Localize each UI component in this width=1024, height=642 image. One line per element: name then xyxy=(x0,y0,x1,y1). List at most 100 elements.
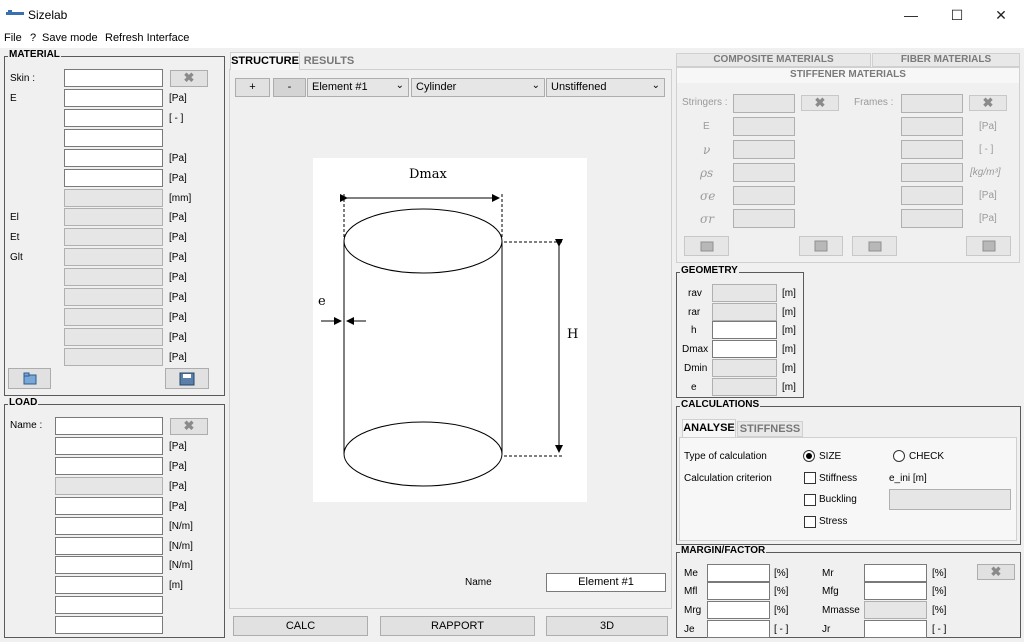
margin-jr-input[interactable] xyxy=(864,620,927,638)
element-select[interactable]: Element #1 ⌄ xyxy=(307,78,409,97)
stringers-open-button[interactable] xyxy=(684,236,729,256)
margin-me-input[interactable] xyxy=(707,564,770,582)
load-input-5[interactable] xyxy=(55,517,163,535)
tab-fiber-materials[interactable]: FIBER MATERIALS xyxy=(872,53,1020,67)
material-input-el[interactable] xyxy=(64,208,163,226)
menu-save-mode[interactable]: Save mode xyxy=(42,32,98,44)
e-ini-input[interactable] xyxy=(889,489,1011,510)
tab-analyse[interactable]: ANALYSE xyxy=(682,419,736,437)
margin-mfl-input[interactable] xyxy=(707,582,770,600)
frames-open-button[interactable] xyxy=(852,236,897,256)
load-name-input[interactable] xyxy=(55,417,163,435)
material-save-button[interactable] xyxy=(165,368,209,389)
size-radio[interactable] xyxy=(803,450,815,462)
margin-mmasse-input[interactable] xyxy=(864,601,927,619)
material-input-4[interactable] xyxy=(64,149,163,167)
menu-file[interactable]: File xyxy=(4,32,22,44)
add-element-button[interactable]: + xyxy=(235,78,270,97)
load-input-3[interactable] xyxy=(55,477,163,495)
margin-mrg-input[interactable] xyxy=(707,601,770,619)
stringers-rho-input[interactable] xyxy=(733,163,795,182)
glt-label: Glt xyxy=(10,252,23,263)
material-input-11[interactable] xyxy=(64,288,163,306)
margin-mfg-input[interactable] xyxy=(864,582,927,600)
load-input-10[interactable] xyxy=(55,616,163,634)
margin-mr-input[interactable] xyxy=(864,564,927,582)
load-input-6[interactable] xyxy=(55,537,163,555)
check-radio-label: CHECK xyxy=(909,451,945,462)
frames-input[interactable] xyxy=(901,94,963,113)
load-input-4[interactable] xyxy=(55,497,163,515)
stringers-input[interactable] xyxy=(733,94,795,113)
geometry-rav-input[interactable] xyxy=(712,284,777,302)
remove-element-button[interactable]: - xyxy=(273,78,306,97)
check-radio[interactable] xyxy=(893,450,905,462)
stringers-sigma-e-input[interactable] xyxy=(733,186,795,205)
close-button[interactable]: ✕ xyxy=(978,0,1024,30)
geometry-e-input[interactable] xyxy=(712,378,777,396)
calculation-criterion-label: Calculation criterion xyxy=(684,473,772,484)
stress-checkbox[interactable] xyxy=(804,516,816,528)
material-input-et[interactable] xyxy=(64,228,163,246)
shape-select[interactable]: Cylinder ⌄ xyxy=(411,78,545,97)
skin-input[interactable] xyxy=(64,69,163,87)
load-input-2[interactable] xyxy=(55,457,163,475)
menu-refresh-interface[interactable]: Refresh Interface xyxy=(105,32,189,44)
skin-clear-button[interactable]: ✖ xyxy=(170,70,208,87)
element-name-input[interactable]: Element #1 xyxy=(546,573,666,592)
material-input-10[interactable] xyxy=(64,268,163,286)
stringers-save-button[interactable] xyxy=(799,236,843,256)
stringers-clear-button[interactable]: ✖ xyxy=(801,95,839,111)
frames-save-button[interactable] xyxy=(966,236,1011,256)
frames-nu-input[interactable] xyxy=(901,140,963,159)
frames-e-input[interactable] xyxy=(901,117,963,136)
material-input-2[interactable] xyxy=(64,109,163,127)
geometry-dmax-input[interactable] xyxy=(712,340,777,358)
stringers-sigma-r-input[interactable] xyxy=(733,209,795,228)
geometry-h-input[interactable] xyxy=(712,321,777,339)
margin-label-mr: Mr xyxy=(822,568,834,579)
tab-structure[interactable]: STRUCTURE xyxy=(230,52,300,70)
rapport-button[interactable]: RAPPORT xyxy=(380,616,535,636)
calc-button[interactable]: CALC xyxy=(233,616,368,636)
stringers-nu-input[interactable] xyxy=(733,140,795,159)
load-clear-button[interactable]: ✖ xyxy=(170,418,208,435)
material-unit: [Pa] xyxy=(169,352,187,363)
buckling-checkbox[interactable] xyxy=(804,494,816,506)
view-3d-button[interactable]: 3D xyxy=(546,616,668,636)
margin-je-input[interactable] xyxy=(707,620,770,638)
frames-rho-input[interactable] xyxy=(901,163,963,182)
load-input-9[interactable] xyxy=(55,596,163,614)
tab-stiffness[interactable]: STIFFNESS xyxy=(737,421,803,437)
material-input-12[interactable] xyxy=(64,308,163,326)
material-input-6[interactable] xyxy=(64,189,163,207)
tab-composite-materials[interactable]: COMPOSITE MATERIALS xyxy=(676,53,871,67)
load-input-1[interactable] xyxy=(55,437,163,455)
frames-clear-button[interactable]: ✖ xyxy=(969,95,1007,111)
tab-stiffener-materials[interactable]: STIFFENER MATERIALS xyxy=(676,67,1020,83)
material-input-3[interactable] xyxy=(64,129,163,147)
maximize-button[interactable]: ☐ xyxy=(934,0,980,30)
material-open-button[interactable] xyxy=(8,368,51,389)
frames-sigma-e-input[interactable] xyxy=(901,186,963,205)
material-input-5[interactable] xyxy=(64,169,163,187)
margin-clear-button[interactable]: ✖ xyxy=(977,564,1015,580)
stiffening-select[interactable]: Unstiffened ⌄ xyxy=(546,78,665,97)
material-input-glt[interactable] xyxy=(64,248,163,266)
stiffener-nu-label: ν xyxy=(703,143,711,157)
stringers-e-input[interactable] xyxy=(733,117,795,136)
stiffness-checkbox-label: Stiffness xyxy=(819,473,858,484)
minimize-button[interactable]: — xyxy=(888,0,934,30)
material-input-1[interactable] xyxy=(64,89,163,107)
material-input-13[interactable] xyxy=(64,328,163,346)
geometry-rar-input[interactable] xyxy=(712,303,777,321)
frames-sigma-r-input[interactable] xyxy=(901,209,963,228)
load-unit: [N/m] xyxy=(169,541,193,552)
load-input-7[interactable] xyxy=(55,556,163,574)
material-input-14[interactable] xyxy=(64,348,163,366)
stiffness-checkbox[interactable] xyxy=(804,472,816,484)
load-input-8[interactable] xyxy=(55,576,163,594)
tab-results[interactable]: RESULTS xyxy=(303,54,355,70)
menu-help[interactable]: ? xyxy=(30,32,36,44)
geometry-dmin-input[interactable] xyxy=(712,359,777,377)
